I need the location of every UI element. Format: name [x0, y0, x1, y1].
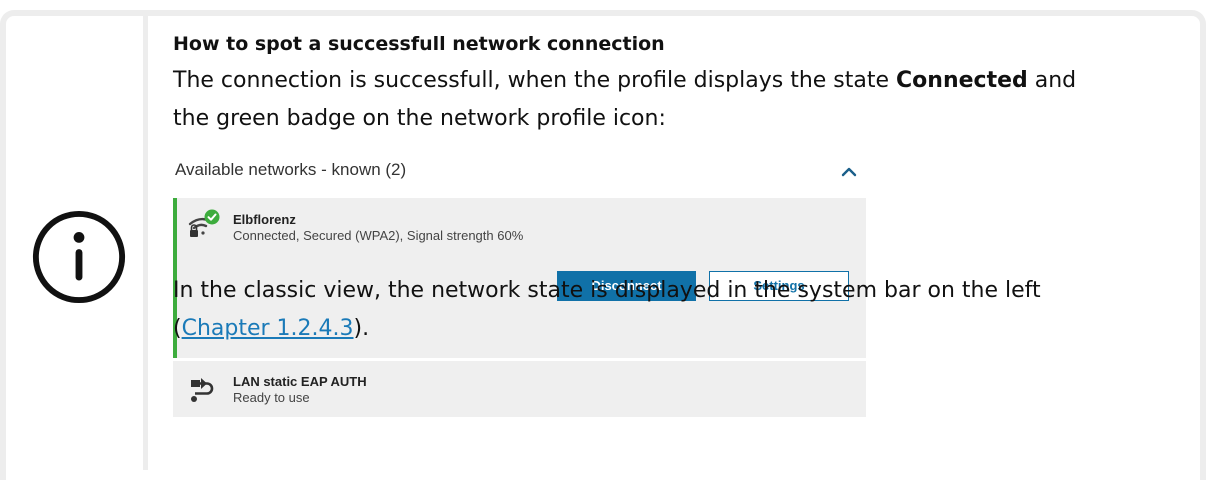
para1-text-a: The connection is successfull, when the … [173, 68, 897, 93]
network-name: Elbflorenz [233, 212, 296, 227]
check-badge-icon [204, 209, 220, 225]
para1-line-2: the green badge on the network profile i… [173, 106, 666, 131]
network-status: Connected, Secured (WPA2), Signal streng… [233, 228, 524, 243]
note-paragraph-2: In the classic view, the network state i… [173, 272, 1041, 348]
network-name: LAN static EAP AUTH [233, 374, 367, 389]
para2-close: ). [353, 316, 370, 341]
network-card-lan[interactable]: LAN static EAP AUTH Ready to use [173, 361, 866, 417]
info-icon [32, 210, 126, 304]
para1-text-b: and [1027, 68, 1077, 93]
lan-cable-icon [191, 378, 214, 402]
networks-section-header[interactable]: Available networks - known (2) [173, 158, 866, 188]
chapter-link[interactable]: Chapter 1.2.4.3 [182, 316, 354, 341]
para2-open-paren: ( [173, 316, 182, 341]
note-paragraph-1: The connection is successfull, when the … [173, 62, 1076, 138]
note-divider [143, 10, 148, 470]
chevron-up-icon[interactable] [841, 166, 857, 178]
wifi-lock-icon [188, 209, 220, 237]
network-status: Ready to use [233, 390, 310, 405]
connected-keyword: Connected [896, 68, 1028, 93]
section-title: Available networks - known (2) [175, 160, 407, 179]
para2-line-1: In the classic view, the network state i… [173, 278, 1041, 303]
note-title: How to spot a successfull network connec… [173, 33, 665, 55]
